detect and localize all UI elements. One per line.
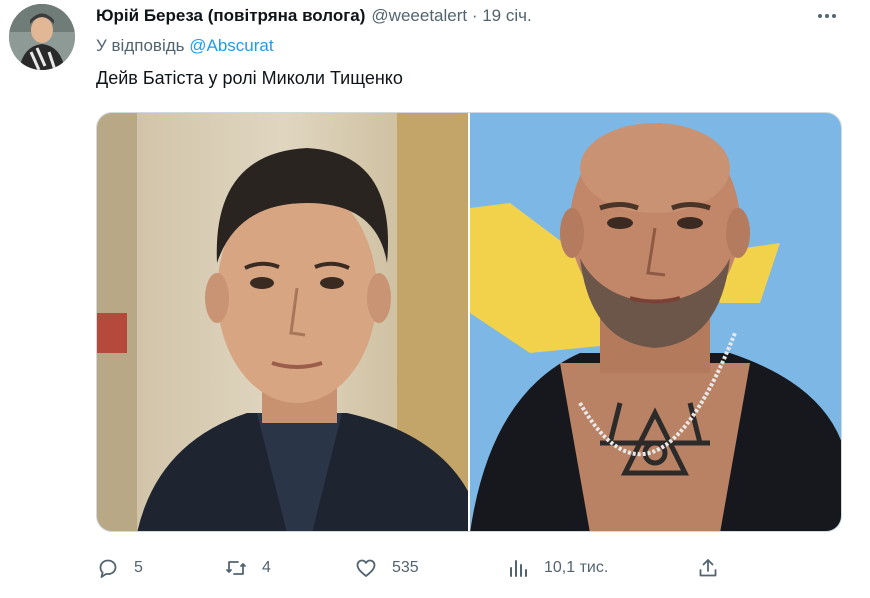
tweet-text: Дейв Батіста у ролі Миколи Тищенко: [96, 68, 403, 88]
retweet-count: 4: [262, 559, 271, 576]
like-button[interactable]: 535: [354, 553, 419, 583]
heart-icon: [356, 559, 376, 577]
portrait-photo-right: [470, 113, 841, 531]
ellipsis-icon: [818, 14, 836, 18]
share-icon: [699, 559, 717, 577]
like-count: 535: [392, 559, 419, 576]
more-options-button[interactable]: [814, 3, 840, 29]
author-handle-time[interactable]: @weeetalert · 19 січ.: [371, 6, 531, 26]
share-button[interactable]: [696, 553, 720, 583]
tweet-header: Юрій Береза (повітряна волога) @weeetale…: [96, 4, 532, 28]
media-photo-left[interactable]: [97, 113, 468, 531]
views-button[interactable]: 10,1 тис.: [506, 553, 608, 583]
bar-chart-icon: [510, 560, 527, 577]
retweet-icon: [226, 561, 246, 575]
reply-mention-link[interactable]: @Abscurat: [189, 36, 273, 55]
reply-context: У відповідь @Abscurat: [96, 36, 274, 56]
avatar-image: [9, 4, 75, 70]
media-photo-right[interactable]: [470, 113, 841, 531]
reply-count: 5: [134, 559, 143, 576]
reply-button[interactable]: 5: [96, 553, 143, 583]
author-avatar[interactable]: [9, 4, 75, 70]
portrait-photo-left: [97, 113, 468, 531]
reply-prefix: У відповідь: [96, 36, 185, 55]
view-count: 10,1 тис.: [544, 559, 609, 576]
author-name[interactable]: Юрій Береза (повітряна волога): [96, 6, 365, 26]
tweet-media[interactable]: [96, 112, 842, 532]
tweet-actions: 5 4 535 10,1 тис.: [96, 553, 736, 583]
reply-icon: [99, 559, 117, 578]
retweet-button[interactable]: 4: [224, 553, 271, 583]
